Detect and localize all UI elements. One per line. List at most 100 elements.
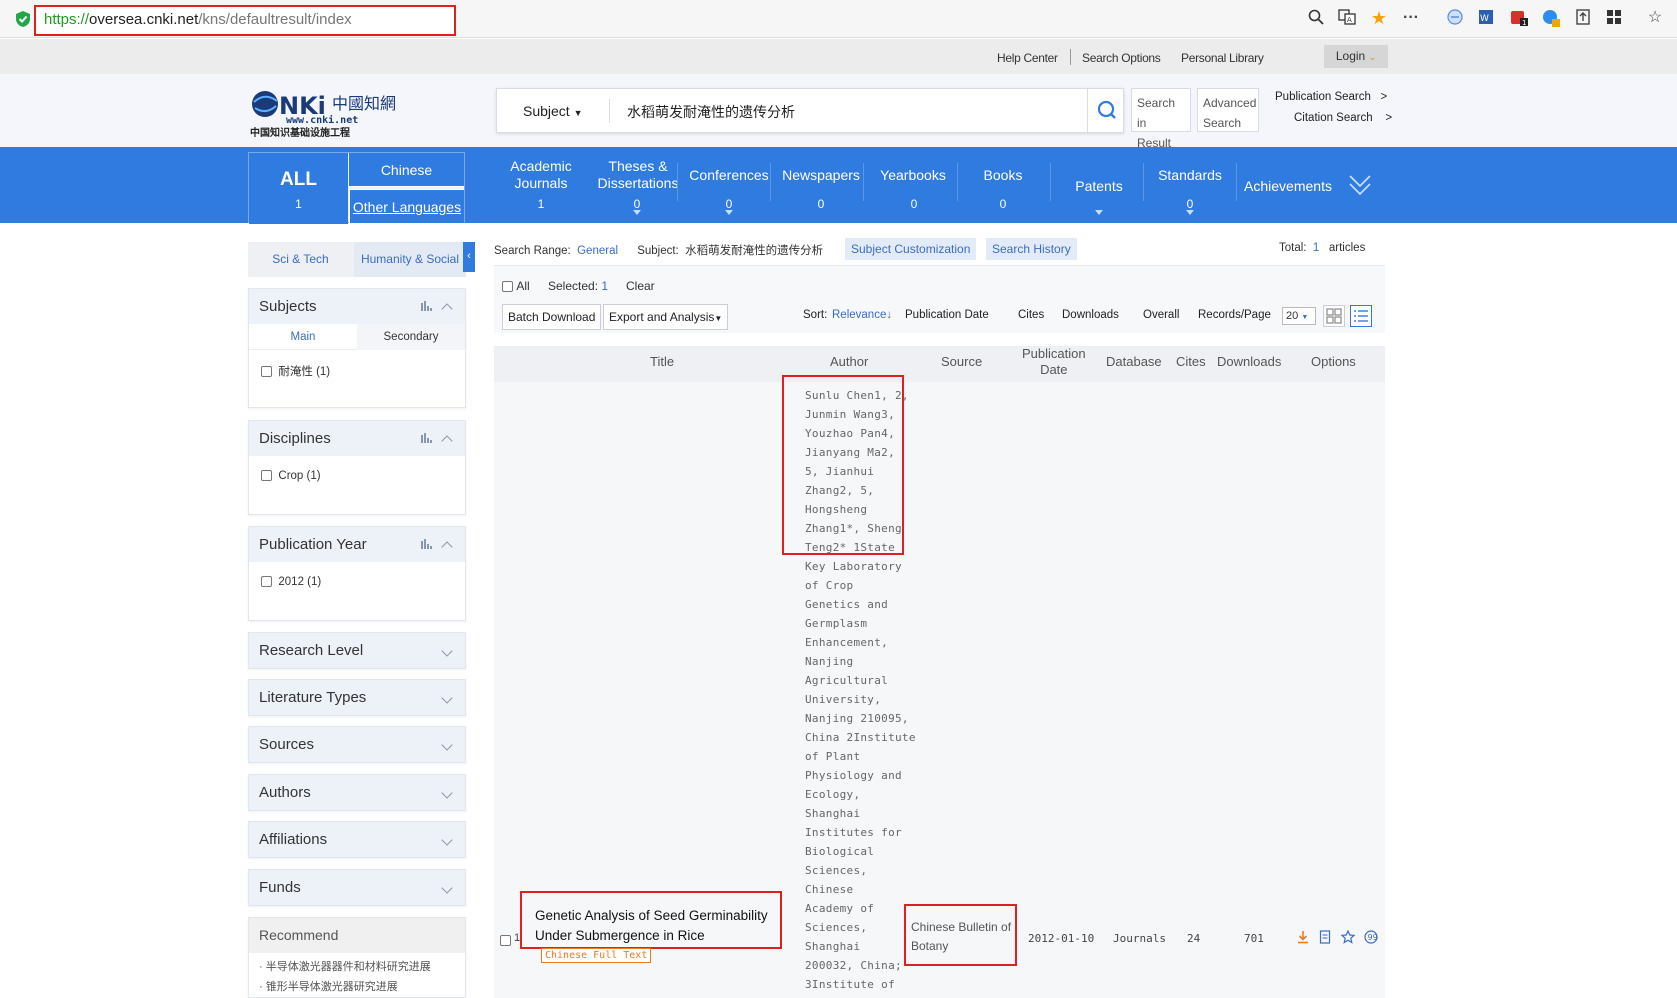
chinese-full-text-tag[interactable]: Chinese Full Text [541, 948, 652, 963]
word-icon[interactable]: W [1477, 9, 1495, 27]
tab-achievements[interactable]: Achievements [1240, 178, 1336, 195]
clear-button[interactable]: Clear [626, 279, 655, 293]
sort-cites[interactable]: Cites [1018, 309, 1044, 321]
cnki-logo[interactable]: NKi 中國知網 www.cnki.net 中国知识基础设施工程 [250, 87, 396, 139]
facet-item[interactable]: Crop (1) [261, 470, 321, 482]
tab-humanity-social[interactable]: Humanity & Social [354, 242, 466, 277]
tab-patents[interactable]: Patents [1069, 178, 1129, 195]
tab-standards[interactable]: Standards [1155, 167, 1225, 184]
select-all[interactable]: All [502, 279, 530, 293]
tab-theses[interactable]: Theses & Dissertations [588, 158, 688, 192]
sort-relevance[interactable]: Relevance↓ [832, 309, 892, 321]
sort-publication-date[interactable]: Publication Date [905, 309, 989, 321]
tab-yearbooks[interactable]: Yearbooks [876, 167, 950, 184]
publication-year-header[interactable]: Publication Year [249, 527, 465, 562]
favorite-icon[interactable] [1340, 929, 1356, 944]
tab-sci-tech[interactable]: Sci & Tech [248, 242, 353, 277]
login-button[interactable]: Login ⌄ [1324, 45, 1388, 68]
search-history-button[interactable]: Search History [986, 238, 1077, 260]
range-value-link[interactable]: General [577, 245, 618, 257]
bar-chart-icon[interactable] [421, 539, 433, 549]
grid-icon[interactable] [1605, 9, 1623, 27]
search-button[interactable] [1087, 89, 1125, 132]
facet-item[interactable]: 耐淹性 (1) [261, 363, 330, 379]
source-link[interactable]: Chinese Bulletin of Botany [911, 918, 1011, 956]
literature-types-panel[interactable]: Literature Types [248, 679, 466, 716]
sort-overall[interactable]: Overall [1143, 309, 1179, 321]
translate-icon[interactable]: A [1338, 9, 1356, 27]
facet-item[interactable]: 2012 (1) [261, 576, 321, 588]
subject-customization-button[interactable]: Subject Customization [845, 238, 977, 260]
recommend-item[interactable]: · 半导体激光器器件和材料研究进展 [259, 958, 431, 974]
records-per-page-select[interactable]: 20 ▼ [1282, 307, 1316, 325]
tab-main[interactable]: Main [249, 324, 357, 350]
collection-icon[interactable] [1542, 9, 1560, 27]
tab-academic-journals[interactable]: Academic Journals [505, 158, 577, 192]
export-analysis-button[interactable]: Export and Analysis▼ [603, 304, 729, 330]
disciplines-header[interactable]: Disciplines [249, 421, 465, 456]
tab-newspapers[interactable]: Newspapers [780, 167, 862, 184]
research-level-header[interactable]: Research Level [249, 633, 465, 668]
html-read-icon[interactable] [1318, 930, 1332, 944]
checkbox[interactable] [502, 281, 513, 293]
subjects-header[interactable]: Subjects [249, 289, 465, 324]
author-line: Zhang1*, Sheng [805, 522, 902, 535]
search-field-select[interactable]: Subject ▼ [523, 103, 583, 119]
grid-view-icon[interactable] [1323, 305, 1345, 327]
publication-search-link[interactable]: Publication Search > [1275, 91, 1387, 103]
bookmark-icon[interactable]: ☆ [1646, 9, 1664, 27]
checkbox[interactable] [261, 470, 272, 482]
divider [957, 163, 958, 201]
upload-icon[interactable] [1574, 9, 1592, 27]
literature-types-header[interactable]: Literature Types [249, 680, 465, 715]
extension-icon[interactable] [1446, 9, 1464, 27]
chevron-up-icon[interactable] [441, 541, 453, 553]
tab-all-main[interactable]: ALL 1 [249, 153, 348, 224]
help-center-link[interactable]: Help Center [997, 51, 1058, 65]
tab-books[interactable]: Books [980, 167, 1026, 184]
star-icon[interactable]: ★ [1370, 9, 1388, 27]
tab-conferences[interactable]: Conferences [686, 167, 772, 184]
chevron-up-icon[interactable] [441, 303, 453, 315]
bar-chart-icon[interactable] [421, 301, 433, 311]
result-title-link[interactable]: Genetic Analysis of Seed Germinability Un… [535, 906, 768, 946]
affiliations-header[interactable]: Affiliations [249, 822, 465, 857]
tab-chinese[interactable]: Chinese [349, 153, 464, 187]
cites[interactable]: 24 [1187, 932, 1200, 945]
download-icon[interactable] [1296, 930, 1310, 944]
cite-icon[interactable]: 99 [1364, 930, 1378, 944]
bar-chart-icon[interactable] [421, 433, 433, 443]
search-input[interactable]: 水稻萌发耐淹性的遗传分析 [627, 102, 795, 122]
tab-secondary[interactable]: Secondary [357, 324, 465, 350]
affiliations-panel[interactable]: Affiliations [248, 821, 466, 858]
search-in-result-button[interactable]: Search in Result [1131, 88, 1191, 150]
zoom-icon[interactable] [1307, 9, 1325, 27]
expand-nav-icon[interactable] [1348, 172, 1372, 203]
funds-header[interactable]: Funds [249, 870, 465, 905]
badge-icon[interactable]: 1 [1510, 9, 1528, 27]
batch-download-button[interactable]: Batch Download [502, 304, 602, 330]
author-line: Biological [805, 845, 875, 858]
search-options-link[interactable]: Search Options [1082, 51, 1161, 65]
personal-library-link[interactable]: Personal Library [1181, 51, 1264, 65]
downloads[interactable]: 701 [1244, 932, 1264, 945]
collapse-sidebar-button[interactable]: ‹ [463, 242, 475, 272]
funds-panel[interactable]: Funds [248, 869, 466, 906]
checkbox[interactable] [261, 576, 272, 588]
tab-other-languages[interactable]: Other Languages [349, 189, 464, 223]
citation-search-link[interactable]: Citation Search > [1294, 112, 1392, 124]
list-view-icon[interactable] [1350, 305, 1372, 327]
address-bar[interactable]: https://oversea.cnki.net/kns/defaultresu… [34, 5, 456, 36]
row-checkbox[interactable] [500, 932, 511, 950]
sort-downloads[interactable]: Downloads [1062, 309, 1119, 321]
advanced-search-button[interactable]: Advanced Search [1197, 88, 1259, 132]
research-level-panel[interactable]: Research Level [248, 632, 466, 669]
sources-panel[interactable]: Sources [248, 726, 466, 763]
chevron-up-icon[interactable] [441, 435, 453, 447]
checkbox[interactable] [261, 366, 272, 378]
sources-header[interactable]: Sources [249, 727, 465, 762]
more-icon[interactable]: ··· [1402, 9, 1420, 27]
recommend-item[interactable]: · 锥形半导体激光器研究进展 [259, 978, 398, 994]
authors-header[interactable]: Authors [249, 775, 465, 810]
authors-panel[interactable]: Authors [248, 774, 466, 811]
